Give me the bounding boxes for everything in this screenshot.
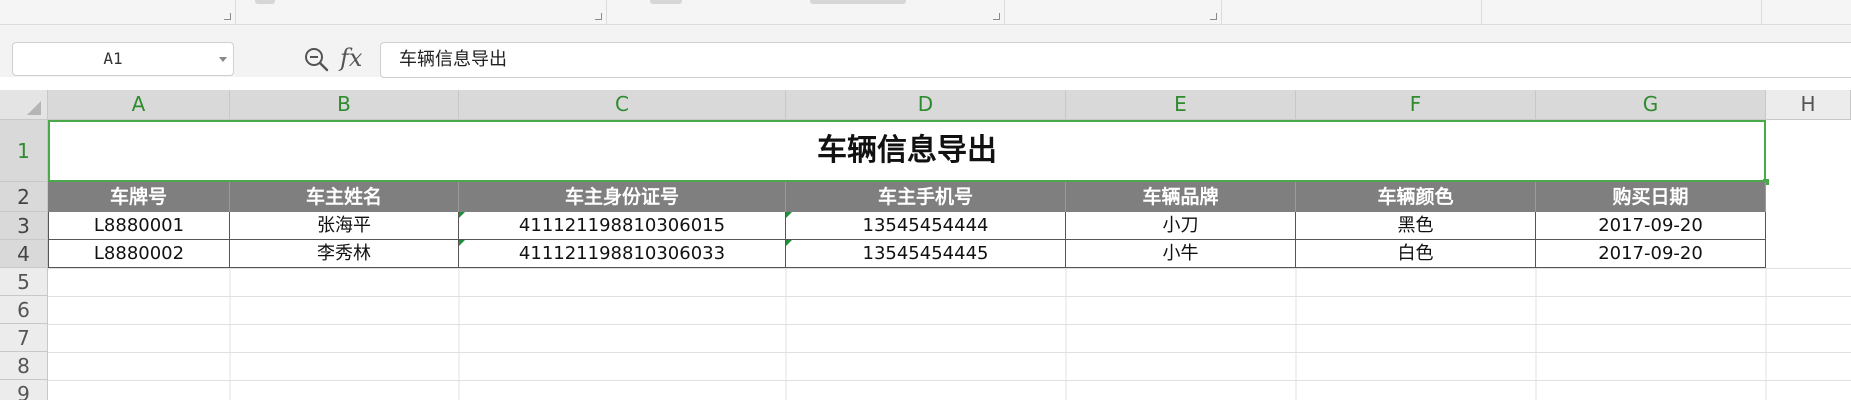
fx-icon[interactable]: fx	[340, 44, 362, 72]
column-header-a[interactable]: A	[48, 90, 230, 120]
cell-value: 411121198810306033	[518, 243, 726, 264]
name-box-value[interactable]: A1	[13, 43, 213, 75]
cell-value: 2017-09-20	[1598, 243, 1703, 264]
column-header-d[interactable]: D	[786, 90, 1066, 120]
row-header-7[interactable]: 7	[0, 324, 48, 352]
row-header-4[interactable]: 4	[0, 240, 48, 268]
title-cell-a1[interactable]: 车辆信息导出	[48, 120, 1766, 182]
header-cell[interactable]: 车主姓名	[230, 182, 459, 212]
table-cell[interactable]: 411121198810306033	[459, 240, 786, 268]
table-cell[interactable]: 黑色	[1296, 212, 1536, 240]
column-header-h[interactable]: H	[1766, 90, 1851, 120]
table-cell[interactable]: 13545454445	[786, 240, 1066, 268]
row-header-5[interactable]: 5	[0, 268, 48, 296]
header-cell[interactable]: 车辆颜色	[1296, 182, 1536, 212]
table-cell[interactable]: 小刀	[1066, 212, 1296, 240]
error-indicator-icon[interactable]	[786, 212, 792, 218]
header-cell[interactable]: 车牌号	[48, 182, 230, 212]
error-indicator-icon[interactable]	[459, 212, 465, 218]
ribbon-group-3	[606, 0, 1005, 24]
ribbon-bottom-strip	[0, 0, 1851, 25]
error-indicator-icon[interactable]	[459, 240, 465, 246]
dialog-launcher-icon[interactable]	[993, 13, 1000, 20]
spreadsheet-grid[interactable]: ABCDEFGH 123456789 车辆信息导出 车牌号 车主姓名 车主身份证号车…	[0, 90, 1851, 400]
chevron-down-icon[interactable]	[219, 57, 227, 62]
table-cell[interactable]: 2017-09-20	[1536, 240, 1766, 268]
column-header-e[interactable]: E	[1066, 90, 1296, 120]
cell-value: 黑色	[1397, 215, 1434, 236]
ribbon-group-2	[235, 0, 607, 24]
table-cell[interactable]: 2017-09-20	[1536, 212, 1766, 240]
table-cell[interactable]: 李秀林	[230, 240, 459, 268]
header-cell[interactable]: 车辆品牌	[1066, 182, 1296, 212]
row-header-8[interactable]: 8	[0, 352, 48, 380]
header-cell[interactable]: 购买日期	[1536, 182, 1766, 212]
cell-value: 13545454445	[862, 243, 989, 264]
cell-value: 13545454444	[862, 215, 989, 236]
column-header-g[interactable]: G	[1536, 90, 1766, 120]
header-cell[interactable]: 车主手机号	[786, 182, 1066, 212]
ribbon-group-6	[1481, 0, 1762, 24]
column-header-f[interactable]: F	[1296, 90, 1536, 120]
cell-value: 张海平	[317, 215, 371, 236]
row-header-9[interactable]: 9	[0, 380, 48, 400]
row-header-2[interactable]: 2	[0, 182, 48, 212]
formula-input[interactable]: 车辆信息导出	[380, 42, 1851, 78]
table-cell[interactable]: 13545454444	[786, 212, 1066, 240]
table-cell[interactable]: 小牛	[1066, 240, 1296, 268]
dialog-launcher-icon[interactable]	[224, 13, 231, 20]
row-header-1[interactable]: 1	[0, 120, 48, 182]
ribbon-group-4	[1004, 0, 1222, 24]
ribbon-group-1	[0, 0, 236, 24]
table-cell[interactable]: 张海平	[230, 212, 459, 240]
table-cell[interactable]: 白色	[1296, 240, 1536, 268]
cell-value: L8880002	[93, 243, 185, 264]
table-cell[interactable]: 411121198810306015	[459, 212, 786, 240]
formula-value[interactable]: 车辆信息导出	[399, 43, 507, 77]
cell-value: 白色	[1397, 243, 1434, 264]
select-all-icon	[27, 101, 41, 115]
dialog-launcher-icon[interactable]	[1210, 13, 1217, 20]
cell-value: 411121198810306015	[518, 215, 726, 236]
cell-value: 小牛	[1162, 243, 1199, 264]
column-header-c[interactable]: C	[459, 90, 786, 120]
dialog-launcher-icon[interactable]	[595, 13, 602, 20]
ribbon-group-5	[1221, 0, 1482, 24]
zoom-icon[interactable]	[302, 45, 330, 73]
cell-value: 小刀	[1162, 215, 1199, 236]
table-cell[interactable]: L8880002	[48, 240, 230, 268]
header-cell[interactable]: 车主身份证号	[459, 182, 786, 212]
table-cell[interactable]: L8880001	[48, 212, 230, 240]
row-header-6[interactable]: 6	[0, 296, 48, 324]
cell-value: 李秀林	[317, 243, 371, 264]
select-all-button[interactable]	[0, 90, 48, 120]
error-indicator-icon[interactable]	[786, 240, 792, 246]
cell-value: L8880001	[93, 215, 185, 236]
column-header-b[interactable]: B	[230, 90, 459, 120]
name-box[interactable]: A1	[12, 42, 234, 76]
cell-value: 2017-09-20	[1598, 215, 1703, 236]
row-header-3[interactable]: 3	[0, 212, 48, 240]
